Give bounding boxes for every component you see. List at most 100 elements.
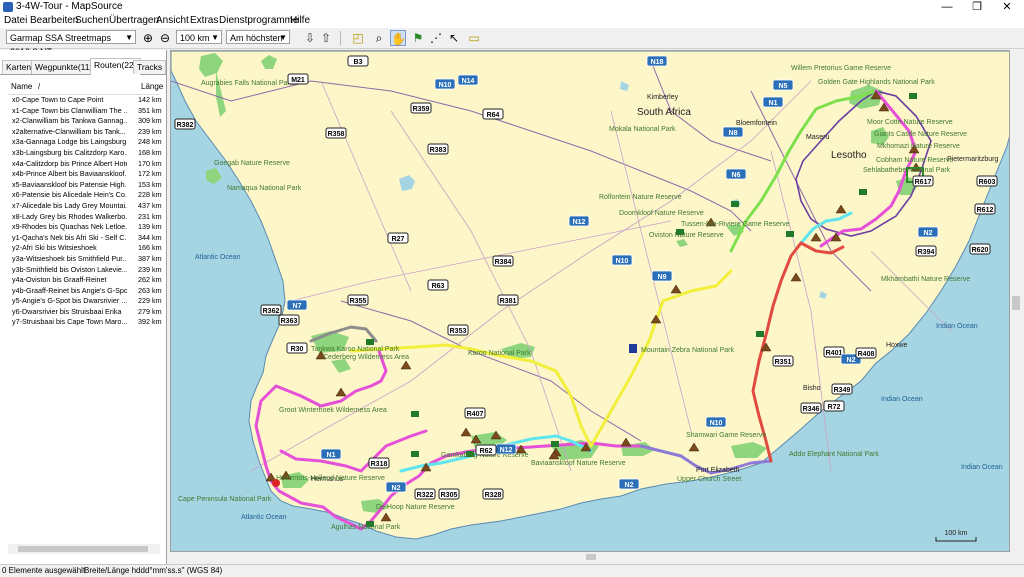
national-route-shield: N10 — [611, 254, 633, 266]
regional-route-shield: R72 — [823, 400, 845, 412]
route-row[interactable]: x1-Cape Town bis Clanwilliam The ... 351 … — [9, 105, 162, 117]
park-label: Agulhas National Park — [331, 524, 401, 531]
scroll-thumb[interactable] — [586, 554, 596, 560]
column-length[interactable]: Länge — [141, 80, 163, 94]
national-route-shield: N2 — [385, 481, 407, 493]
route-shield-label: R382 — [177, 122, 194, 129]
route-row[interactable]: x4a-Calitzdorp bis Prince Albert Hotel 17… — [9, 159, 162, 170]
route-row[interactable]: y7-Struisbaai bis Cape Town Maro... 392 k… — [9, 317, 162, 328]
zoom-in-icon[interactable]: ⊕ — [140, 30, 156, 46]
close-button[interactable]: ✕ — [992, 0, 1022, 14]
menu-ansicht[interactable]: Ansicht — [156, 15, 189, 26]
scale-bar: 100 km — [935, 530, 977, 542]
route-shield-label: R620 — [972, 247, 989, 254]
menu-hilfe[interactable]: Hilfe — [290, 15, 310, 26]
route-row[interactable]: y4a-Oviston bis Graaff-Reinet 262 km — [9, 275, 162, 286]
receive-from-device-icon[interactable]: ⇩ — [302, 30, 318, 46]
route-row[interactable]: x5-Baviaanskloof bis Patensie High... 153… — [9, 179, 162, 191]
route-row[interactable]: x2-Clanwilliam bis Tankwa Gannag... 309 k… — [9, 116, 162, 127]
route-row[interactable]: x4b-Prince Albert bis Baviaanskloof... 17… — [9, 169, 162, 180]
route-shield-label: R401 — [826, 350, 843, 357]
route-length: 351 km — [138, 105, 162, 115]
maximize-button[interactable]: ❐ — [962, 0, 992, 14]
route-row[interactable]: x2alternative-Clanwilliam bis Tank... 239… — [9, 127, 162, 138]
waypoint-tool-icon[interactable]: ⚑ — [410, 30, 426, 46]
park-label: Tankwa Karoo National Park — [311, 346, 400, 353]
zoom-out-icon[interactable]: ⊖ — [157, 30, 173, 46]
route-shield-label: N1 — [769, 100, 778, 107]
route-shield-label: R63 — [432, 283, 445, 290]
measure-tool-icon[interactable]: ▭ — [466, 30, 482, 46]
menu-uebertragen[interactable]: Übertragen — [109, 15, 159, 26]
send-to-device-icon[interactable]: ⇧ — [318, 30, 334, 46]
route-row[interactable]: y5-Angie's G-Spot bis Dwarsrivier ... 229… — [9, 296, 162, 307]
route-row[interactable]: x9-Rhodes bis Quachas Nek Letloe... 139 k… — [9, 222, 162, 233]
map-view[interactable]: South Africa Lesotho Atlantic Ocean Atlanti… — [170, 50, 1010, 552]
route-shield-label: N2 — [847, 357, 856, 364]
national-route-shield: N5 — [772, 79, 794, 91]
menu-datei[interactable]: Datei — [4, 15, 27, 26]
route-name: y3b-Smithfield bis Oviston Lakevie... — [12, 264, 127, 274]
route-row[interactable]: y1-Qacha's Nek bis Afri Ski - Self C... 3… — [9, 233, 162, 244]
route-name: y4a-Oviston bis Graaff-Reinet — [12, 275, 107, 285]
map-horizontal-scrollbar[interactable] — [170, 552, 1010, 562]
place-label: Pietermaritzburg — [947, 156, 998, 163]
regional-route-shield: R346 — [800, 402, 822, 414]
route-length: 153 km — [138, 179, 162, 189]
route-shield-label: M21 — [291, 77, 305, 84]
route-length: 172 km — [138, 169, 162, 179]
info-marker[interactable] — [629, 344, 637, 353]
national-route-shield: N6 — [725, 168, 747, 180]
map-canvas[interactable]: South Africa Lesotho Atlantic Ocean Atlanti… — [171, 51, 1010, 552]
park-label: Mokala National Park — [609, 126, 676, 133]
national-route-shield: N7 — [286, 299, 308, 311]
tab-tracks[interactable]: Tracks — [133, 60, 167, 74]
detail-select[interactable]: Am höchsten ▼ — [226, 30, 290, 44]
regional-route-shield: R603 — [976, 175, 998, 187]
country-label: Lesotho — [831, 150, 867, 161]
menu-dienstprogramme[interactable]: Dienstprogramme — [219, 15, 298, 26]
zoom-level-select[interactable]: 100 km ▼ — [176, 30, 222, 44]
zoom-tool-icon[interactable]: ⌕ — [371, 30, 387, 46]
selection-tool-icon[interactable]: ↖ — [446, 30, 462, 46]
route-row[interactable]: x6-Patensie bis Alicedale Hein's Co... 22… — [9, 190, 162, 201]
map-vertical-scrollbar[interactable] — [1010, 50, 1022, 552]
park-label: Addo Elephant National Park — [789, 451, 879, 458]
route-row[interactable]: x0-Cape Town to Cape Point 142 km — [9, 95, 162, 106]
list-horizontal-scrollbar[interactable] — [8, 544, 160, 554]
ocean-label: Atlantic Ocean — [195, 254, 241, 261]
regional-route-shield: B3 — [347, 55, 369, 67]
route-shield-label: R381 — [500, 298, 517, 305]
park-label: Golden Gate Highlands National Park — [818, 79, 935, 86]
menu-bearbeiten[interactable]: Bearbeiten — [30, 15, 78, 26]
route-row[interactable]: x8-Lady Grey bis Rhodes Walkerbo... 231 k… — [9, 211, 162, 223]
regional-route-shield: R318 — [368, 457, 390, 469]
menu-extras[interactable]: Extras — [190, 15, 218, 26]
minimize-button[interactable]: — — [932, 0, 962, 14]
regional-route-shield: R64 — [482, 108, 504, 120]
route-length: 231 km — [138, 211, 162, 221]
regional-route-shield: R394 — [915, 245, 937, 257]
map-tool-icon[interactable]: ◰ — [350, 30, 366, 46]
route-row[interactable]: x7-Alicedale bis Lady Grey Mountai... 437… — [9, 201, 162, 212]
column-name[interactable]: Name — [11, 80, 32, 94]
zoom-level-value: 100 km — [180, 33, 210, 43]
route-row[interactable]: x3b-Laingsburg bis Calitzdorp Karo... 168… — [9, 148, 162, 159]
route-row[interactable]: y4b-Graaff-Reinet bis Angie's G-Spot 263 … — [9, 286, 162, 297]
route-shield-label: R328 — [485, 492, 502, 499]
park-label: Cobham Nature Reserve — [876, 157, 954, 164]
scroll-thumb[interactable] — [1012, 296, 1020, 310]
route-row[interactable]: y3b-Smithfield bis Oviston Lakevie... 239… — [9, 264, 162, 276]
route-length: 387 km — [138, 253, 162, 263]
menu-suchen[interactable]: Suchen — [75, 15, 109, 26]
hand-tool-icon[interactable]: ✋ — [390, 30, 406, 46]
route-row[interactable]: y6-Dwarsrivier bis Struisbaai Erika 279 k… — [9, 307, 162, 318]
scroll-thumb[interactable] — [18, 546, 148, 552]
route-row[interactable]: y2-Afri Ski bis Witsieshoek 166 km — [9, 243, 162, 254]
route-shield-label: N18 — [651, 59, 664, 66]
park-label: Upper Church Street — [677, 476, 741, 483]
route-row[interactable]: x3a-Gannaga Lodge bis Laingsburg... 248 k… — [9, 137, 162, 148]
route-row[interactable]: y3a-Witsieshoek bis Smithfield Pur... 387… — [9, 253, 162, 265]
map-product-select[interactable]: Garmap SSA Streetmaps 2013.2 NT▼ — [6, 30, 136, 57]
route-tool-icon[interactable]: ⋰ — [428, 30, 444, 46]
